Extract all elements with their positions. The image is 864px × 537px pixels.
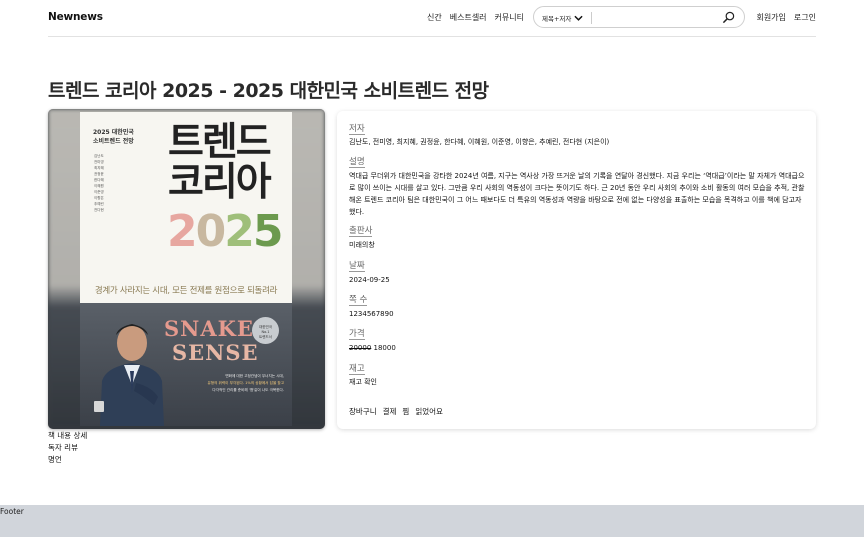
search-category-label: 제목+저자 [542, 15, 572, 23]
search-bar: 제목+저자 [533, 6, 745, 28]
wishlist-button[interactable]: 찜 [402, 406, 409, 417]
add-to-cart-button[interactable]: 장바구니 [349, 406, 377, 417]
book-cover-frame: 2025 대한민국 소비트렌드 전망 김난도 전미영 최지혜 권정윤 한다혜 이… [48, 109, 325, 429]
book-cover-image: 2025 대한민국 소비트렌드 전망 김난도 전미영 최지혜 권정윤 한다혜 이… [80, 112, 292, 426]
date-value: 2024-09-25 [349, 276, 390, 284]
search-category-select[interactable]: 제목+저자 [542, 13, 583, 23]
nav-item-community[interactable]: 커뮤니티 [495, 12, 524, 23]
cover-bottom-panel: SNAKE SENSE 대한민국 No.1 트렌드서 변화에 대한 고정관념이 무… [80, 303, 292, 426]
cover-slogan: 경계가 사라지는 시대, 모든 전제를 원점으로 되돌려라 [94, 286, 278, 296]
cover-blurb: 변화에 대한 고정관념이 무너지는 시대, 유형의 위력이 부각된다. 1%의 … [207, 374, 284, 392]
sale-price: 18000 [373, 344, 396, 352]
description-value: 역대급 무더위가 대한민국을 강타한 2024년 여름, 지구는 역사상 가장 … [349, 172, 805, 216]
cover-snake-sense: SNAKE SENSE [164, 316, 259, 365]
nav-item-bestsellers[interactable]: 베스트셀러 [450, 12, 487, 23]
publisher-logo-icon [94, 401, 104, 412]
cover-small-title: 2025 대한민국 소비트렌드 전망 [93, 129, 134, 145]
cover-title-line2: 코리아 [168, 160, 272, 205]
search-icon[interactable] [722, 11, 735, 24]
book-title: 트렌드 코리아 2025 - 2025 대한민국 소비트렌드 전망 [48, 80, 489, 102]
book-actions: 장바구니 결제 찜 읽었어요 [349, 406, 443, 417]
cover-author-names: 김난도 전미영 최지혜 권정윤 한다혜 이혜원 이준영 이향은 추예린 전다현 [94, 154, 104, 212]
reader-reviews-link[interactable]: 독자 리뷰 [48, 442, 87, 454]
page-footer: Footer [0, 505, 864, 537]
pages-label: 쪽 수 [349, 295, 368, 306]
author-label: 저자 [349, 124, 365, 135]
checkout-button[interactable]: 결제 [383, 406, 397, 417]
auth-links: 회원가입 로그인 [756, 12, 816, 23]
book-detail-links: 책 내용 상세 독자 리뷰 명언 [48, 430, 87, 466]
search-divider [591, 12, 592, 24]
pages-value: 1234567890 [349, 310, 394, 318]
description-label: 설명 [349, 157, 365, 168]
book-info-card: 저자 김난도, 전미영, 최지혜, 권정윤, 한다혜, 이혜원, 이준영, 이향… [337, 111, 816, 429]
signup-link[interactable]: 회원가입 [756, 12, 785, 23]
book-details-link[interactable]: 책 내용 상세 [48, 430, 87, 442]
stock-label: 재고 [349, 364, 365, 375]
author-portrait [100, 324, 164, 426]
stock-check-link[interactable]: 재고 확인 [349, 377, 377, 389]
publisher-label: 출판사 [349, 226, 373, 237]
footer-label: Footer [0, 507, 24, 516]
cover-year: 2025 [167, 206, 283, 257]
search-input[interactable] [596, 10, 718, 25]
main-nav: 신간 베스트셀러 커뮤니티 [427, 12, 524, 23]
publisher-value: 미래의창 [349, 241, 375, 249]
price-label: 가격 [349, 329, 365, 340]
author-value: 김난도, 전미영, 최지혜, 권정윤, 한다혜, 이혜원, 이준영, 이향은, … [349, 138, 610, 146]
date-label: 날짜 [349, 261, 365, 272]
price-value: 20000 18000 [349, 343, 396, 355]
quotes-link[interactable]: 명언 [48, 454, 87, 466]
original-price: 20000 [349, 344, 372, 352]
login-link[interactable]: 로그인 [794, 12, 816, 23]
mark-read-button[interactable]: 읽었어요 [415, 406, 443, 417]
chevron-down-icon [574, 15, 583, 21]
nav-item-new-releases[interactable]: 신간 [427, 12, 442, 23]
cover-badge: 대한민국 No.1 트렌드서 [252, 317, 279, 344]
cover-title-line1: 트렌드 [168, 120, 272, 165]
site-logo[interactable]: Newnews [48, 11, 103, 23]
top-header: Newnews 신간 베스트셀러 커뮤니티 제목+저자 회원가입 로그인 [48, 0, 816, 37]
